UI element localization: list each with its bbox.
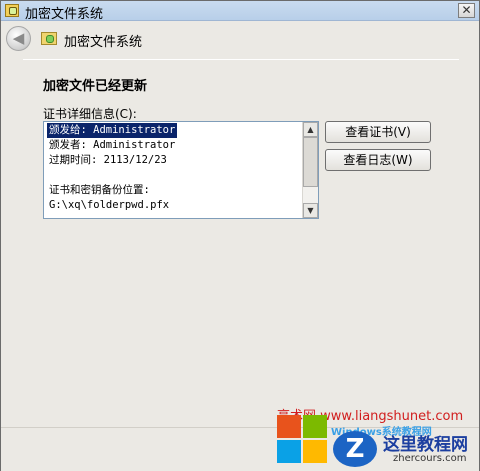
- scroll-thumb[interactable]: [303, 137, 318, 187]
- watermark-site-name: 这里教程网: [383, 435, 468, 455]
- windows-logo-icon: [277, 415, 329, 465]
- detail-line-expiry: 过期时间: 2113/12/23: [49, 154, 167, 166]
- detail-line-backup-path: G:\xq\folderpwd.pfx: [49, 199, 170, 211]
- watermark-site-url: zhercours.com: [393, 453, 467, 464]
- detail-line-issued-to[interactable]: 颁发给: Administrator: [47, 123, 178, 138]
- certificate-details-box[interactable]: 颁发给: Administrator 颁发者: Administrator 过期…: [43, 121, 319, 219]
- nav-title: 加密文件系统: [64, 35, 143, 50]
- back-button[interactable]: ◀: [6, 26, 31, 51]
- efs-icon: [41, 32, 57, 45]
- certificate-details-text: 颁发给: Administrator 颁发者: Administrator 过期…: [44, 122, 302, 218]
- watermark-badge-icon: Z: [333, 431, 377, 467]
- scroll-up-icon[interactable]: ▲: [303, 122, 318, 137]
- scroll-down-icon[interactable]: ▼: [303, 203, 318, 218]
- window-title: 加密文件系统: [25, 7, 104, 22]
- detail-line-backup-label: 证书和密钥备份位置:: [49, 184, 150, 196]
- content-panel: 加密文件已经更新 证书详细信息(C): 颁发给: Administrator 颁…: [23, 59, 459, 424]
- close-button[interactable]: ✕: [458, 3, 475, 18]
- view-log-button[interactable]: 查看日志(W): [325, 149, 431, 171]
- detail-line-issued-by: 颁发者: Administrator: [49, 139, 176, 151]
- vertical-scrollbar[interactable]: ▲ ▼: [302, 122, 318, 218]
- page-heading: 加密文件已经更新: [43, 79, 148, 94]
- efs-app-icon: [5, 4, 19, 17]
- navigation-bar: ◀ 加密文件系统: [1, 22, 479, 55]
- details-label: 证书详细信息(C):: [43, 107, 137, 121]
- dialog-window: 加密文件系统 ✕ ◀ 加密文件系统 加密文件已经更新 证书详细信息(C): 颁发…: [0, 0, 480, 471]
- view-certificate-button[interactable]: 查看证书(V): [325, 121, 431, 143]
- title-bar[interactable]: 加密文件系统 ✕: [1, 1, 479, 22]
